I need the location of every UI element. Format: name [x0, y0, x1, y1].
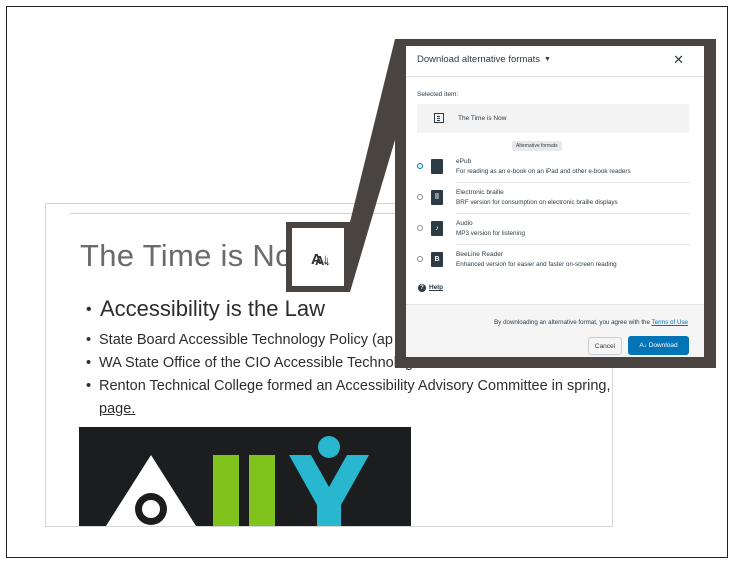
format-name: Electronic braille	[456, 189, 504, 196]
braille-icon: ⠿	[431, 190, 443, 205]
format-description: Enhanced version for easier and faster o…	[456, 261, 617, 268]
selected-item-label: Selected item:	[417, 91, 459, 98]
list-item: • WA State Office of the CIO Accessible T…	[86, 355, 414, 371]
heading-bullet-text: Accessibility is the Law	[100, 296, 325, 321]
dialog-title[interactable]: Download alternative formats ▼	[417, 54, 551, 65]
dialog-title-text: Download alternative formats	[417, 54, 541, 65]
format-option-braille[interactable]: ⠿ Electronic braille BRF version for con…	[406, 183, 704, 214]
divider	[406, 76, 704, 77]
format-name: BeeLine Reader	[456, 251, 503, 258]
radio-button[interactable]	[417, 194, 423, 200]
caret-down-icon: ▼	[544, 55, 551, 63]
list-item-text: State Board Accessible Technology Policy…	[99, 332, 393, 348]
alternative-formats-icon-zoomed: A↓	[315, 253, 331, 268]
format-option-audio[interactable]: ♪ Audio MP3 version for listening	[406, 214, 704, 245]
format-option-epub[interactable]: ePub For reading as an e-book on an iPad…	[406, 152, 704, 183]
close-icon[interactable]: ✕	[673, 52, 684, 68]
terms-text: By downloading an alternative format, yo…	[494, 319, 688, 326]
format-description: For reading as an e-book on an iPad and …	[456, 168, 631, 175]
list-item-text: Renton Technical College formed an Acces…	[99, 378, 611, 394]
heading-bullet: • Accessibility is the Law	[86, 296, 325, 321]
document-icon	[434, 113, 444, 123]
help-icon: ?	[418, 284, 426, 292]
terms-of-use-link[interactable]: Terms of Use	[652, 319, 688, 326]
beeline-icon: B	[431, 252, 443, 267]
format-description: BRF version for consumption on electroni…	[456, 199, 618, 206]
terms-prefix: By downloading an alternative format, yo…	[494, 319, 650, 326]
a11y-logo-graphic	[105, 436, 369, 526]
radio-button[interactable]	[417, 163, 423, 169]
format-description: MP3 version for listening	[456, 230, 525, 237]
format-option-beeline[interactable]: B BeeLine Reader Enhanced version for ea…	[406, 245, 704, 276]
radio-button[interactable]	[417, 256, 423, 262]
download-alternative-formats-dialog: Download alternative formats ▼ ✕ Selected…	[406, 46, 704, 357]
cancel-button[interactable]: Cancel	[588, 337, 622, 355]
dialog-footer: By downloading an alternative format, yo…	[406, 304, 704, 357]
list-item-text: WA State Office of the CIO Accessible Te…	[99, 355, 414, 371]
format-name: Audio	[456, 220, 473, 227]
page-link[interactable]: page.	[99, 401, 135, 417]
selected-item-name: The Time is Now	[458, 115, 507, 122]
download-button[interactable]: A↓ Download	[628, 336, 689, 355]
alternative-formats-tag: Alternative formats	[512, 141, 562, 151]
list-item: • Renton Technical College formed an Acce…	[86, 378, 611, 394]
help-link[interactable]: ? Help	[418, 284, 443, 292]
list-item: • State Board Accessible Technology Polic…	[86, 332, 393, 348]
selected-item: The Time is Now	[417, 104, 689, 133]
book-icon	[431, 159, 443, 174]
radio-button[interactable]	[417, 225, 423, 231]
a11y-logo-image	[79, 427, 411, 526]
format-name: ePub	[456, 158, 472, 165]
help-label: Help	[429, 284, 444, 291]
audio-icon: ♪	[431, 221, 443, 236]
page-title: The Time is No	[80, 238, 293, 273]
